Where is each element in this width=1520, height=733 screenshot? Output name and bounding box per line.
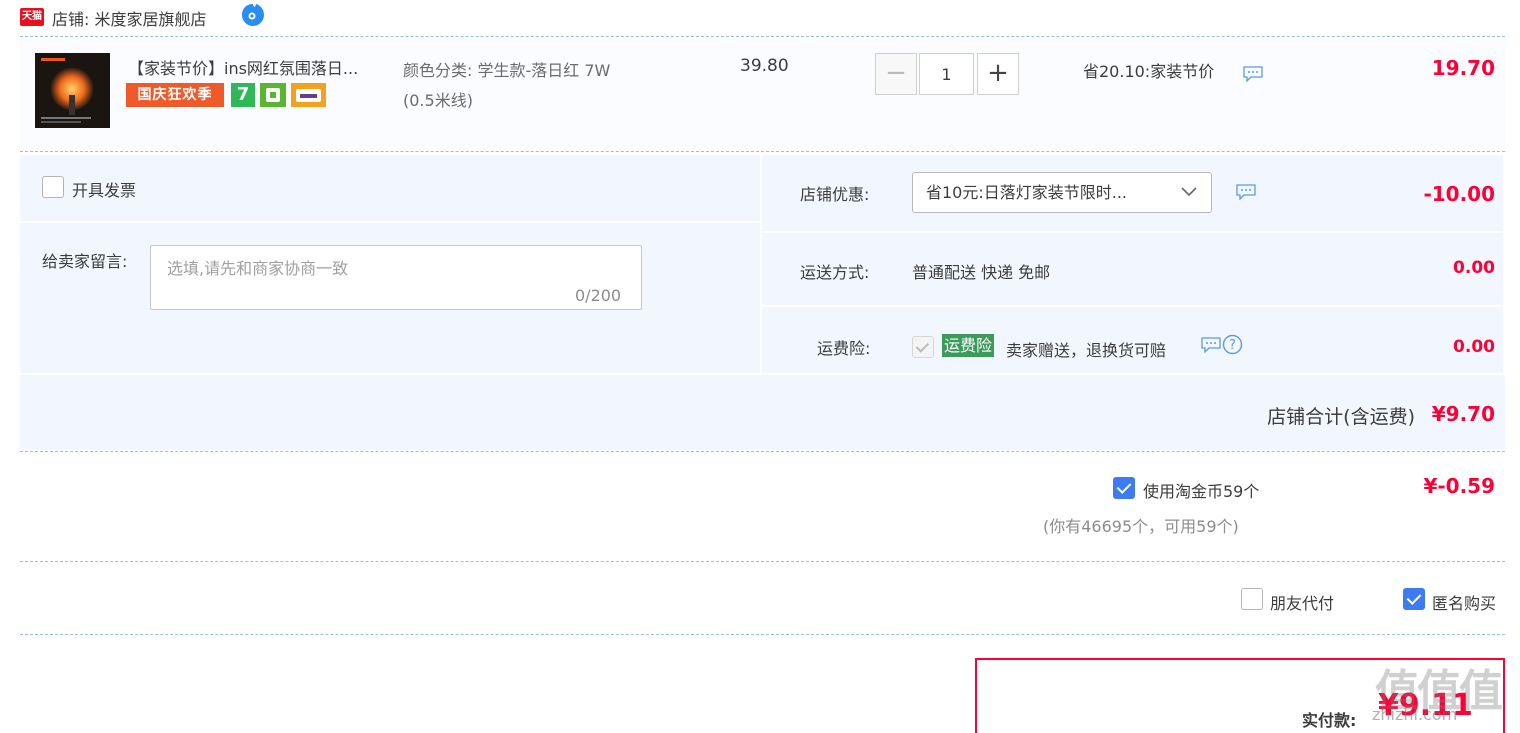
shipping-amount: 0.00 <box>1453 258 1495 278</box>
anonymous-checkbox[interactable] <box>1403 588 1425 610</box>
store-total-amount: ¥9.70 <box>1431 402 1495 426</box>
insurance-label: 运费险: <box>817 339 871 358</box>
seven-day-return-badge: 7 <box>231 83 255 107</box>
friend-pay-label[interactable]: 朋友代付 <box>1270 590 1334 614</box>
coupon-amount: -10.00 <box>1423 182 1495 206</box>
divider <box>20 151 1505 152</box>
svg-text:?: ? <box>1229 338 1236 353</box>
sku-cable: (0.5米线) <box>403 91 473 110</box>
shipping-label: 运送方式: <box>800 263 870 282</box>
anonymous-label[interactable]: 匿名购买 <box>1432 590 1496 614</box>
insurance-desc: 卖家赠送，退换货可赔 <box>1006 341 1167 360</box>
quantity-decrease-button[interactable]: − <box>875 53 917 95</box>
insurance-tag: 运费险 <box>942 334 995 357</box>
shipping-method: 普通配送 快递 免邮 <box>912 263 1051 282</box>
message-label: 给卖家留言: <box>42 252 128 271</box>
use-coins-checkbox[interactable] <box>1113 477 1135 499</box>
chevron-down-icon[interactable] <box>1180 183 1198 201</box>
invoice-checkbox[interactable] <box>42 176 64 198</box>
item-saving-label: 省20.10:家装节价 <box>1083 62 1215 81</box>
chat-bubble-icon[interactable] <box>1201 337 1221 353</box>
use-coins-label[interactable]: 使用淘金币59个 <box>1143 478 1259 502</box>
wangwang-chat-icon[interactable] <box>240 2 266 28</box>
insurance-checkbox <box>912 336 934 358</box>
quantity-input[interactable] <box>919 53 974 95</box>
product-thumbnail[interactable] <box>35 53 110 128</box>
store-coupon-select[interactable]: 省10元:日落灯家装节限时... <box>912 172 1212 213</box>
coins-discount-amount: ¥-0.59 <box>1423 474 1495 498</box>
quantity-increase-button[interactable]: + <box>977 53 1019 95</box>
green-service-icon <box>260 83 286 107</box>
invoice-label[interactable]: 开具发票 <box>72 177 136 201</box>
shipping-panel <box>762 233 1503 305</box>
sku-color[interactable]: 颜色分类: 学生款-落日红 7W <box>403 57 610 81</box>
divider <box>20 634 1505 635</box>
coupon-label: 店铺优惠: <box>800 185 870 204</box>
watermark-site: zhizhi.com <box>1372 705 1458 724</box>
divider <box>20 561 1505 562</box>
festival-badge: 国庆狂欢季 <box>126 83 224 107</box>
help-icon[interactable]: ? <box>1222 334 1243 355</box>
credit-card-icon <box>291 83 326 107</box>
item-subtotal: 19.70 <box>1431 56 1495 80</box>
insurance-amount: 0.00 <box>1453 337 1495 357</box>
divider <box>20 451 1505 452</box>
tmall-logo: 天猫 <box>20 8 44 26</box>
seller-message-input[interactable] <box>167 255 637 295</box>
store-name[interactable]: 店铺: 米度家居旗舰店 <box>52 6 206 30</box>
store-total-label: 店铺合计(含运费) <box>1267 406 1415 428</box>
payment-label: 实付款: <box>1302 711 1357 730</box>
message-char-count: 0/200 <box>575 286 622 305</box>
chat-bubble-icon[interactable] <box>1236 184 1256 200</box>
seller-message-box[interactable] <box>150 245 642 310</box>
chat-bubble-icon[interactable] <box>1243 66 1263 82</box>
unit-price: 39.80 <box>740 56 789 76</box>
product-title[interactable]: 【家装节价】ins网红氛围落日... <box>128 55 358 79</box>
friend-pay-checkbox[interactable] <box>1241 588 1263 610</box>
coins-balance-note: (你有46695个，可用59个) <box>1043 517 1239 536</box>
